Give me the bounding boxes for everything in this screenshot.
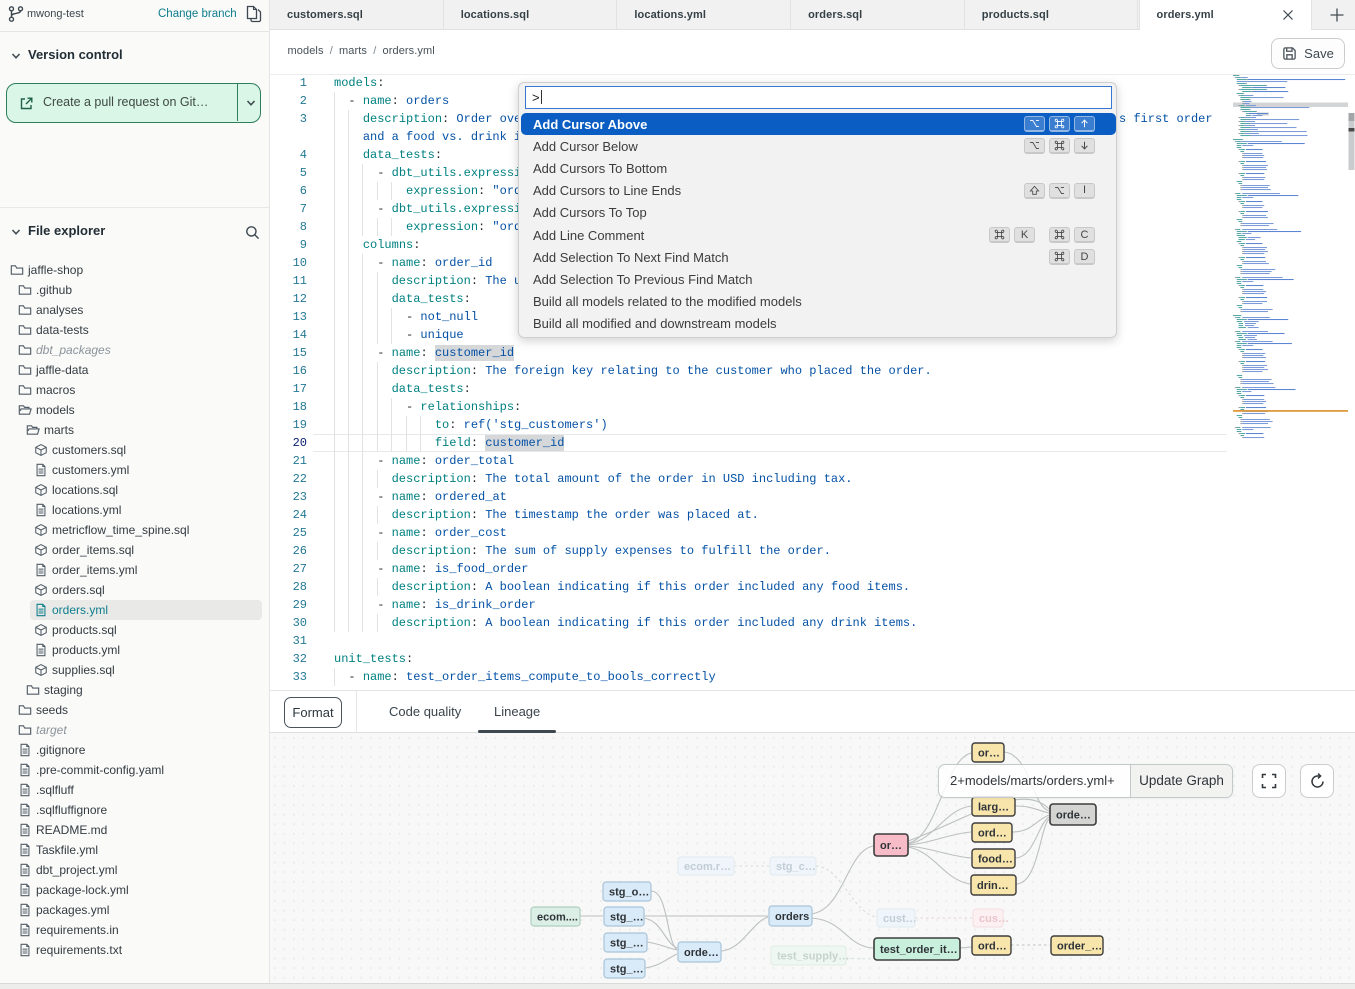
- svg-text:orders: orders: [775, 911, 809, 923]
- svg-text:food…: food…: [978, 854, 1013, 866]
- svg-text:test_supply…: test_supply…: [777, 951, 849, 963]
- svg-text:ord…: ord…: [978, 828, 1007, 840]
- svg-text:or…: or…: [978, 748, 1000, 760]
- svg-text:stg_c…: stg_c…: [776, 861, 816, 873]
- svg-text:larg…: larg…: [978, 802, 1009, 814]
- svg-text:order_…: order_…: [1057, 941, 1102, 953]
- svg-text:stg_…: stg_…: [610, 964, 644, 976]
- svg-text:ecom.r…: ecom.r…: [684, 861, 731, 873]
- svg-text:cust…: cust…: [883, 913, 917, 925]
- svg-text:stg_…: stg_…: [610, 938, 644, 950]
- svg-text:drin…: drin…: [977, 880, 1009, 892]
- svg-text:ord…: ord…: [978, 941, 1007, 953]
- svg-text:or…: or…: [880, 840, 902, 852]
- svg-text:stg_o…: stg_o…: [609, 887, 649, 899]
- svg-text:orde…: orde…: [1056, 810, 1091, 822]
- svg-text:stg_…: stg_…: [610, 912, 644, 924]
- svg-text:orde…: orde…: [684, 947, 719, 959]
- svg-text:ecom....: ecom....: [537, 912, 578, 924]
- svg-text:test_order_it…: test_order_it…: [880, 944, 958, 956]
- svg-text:cus…: cus…: [979, 913, 1009, 925]
